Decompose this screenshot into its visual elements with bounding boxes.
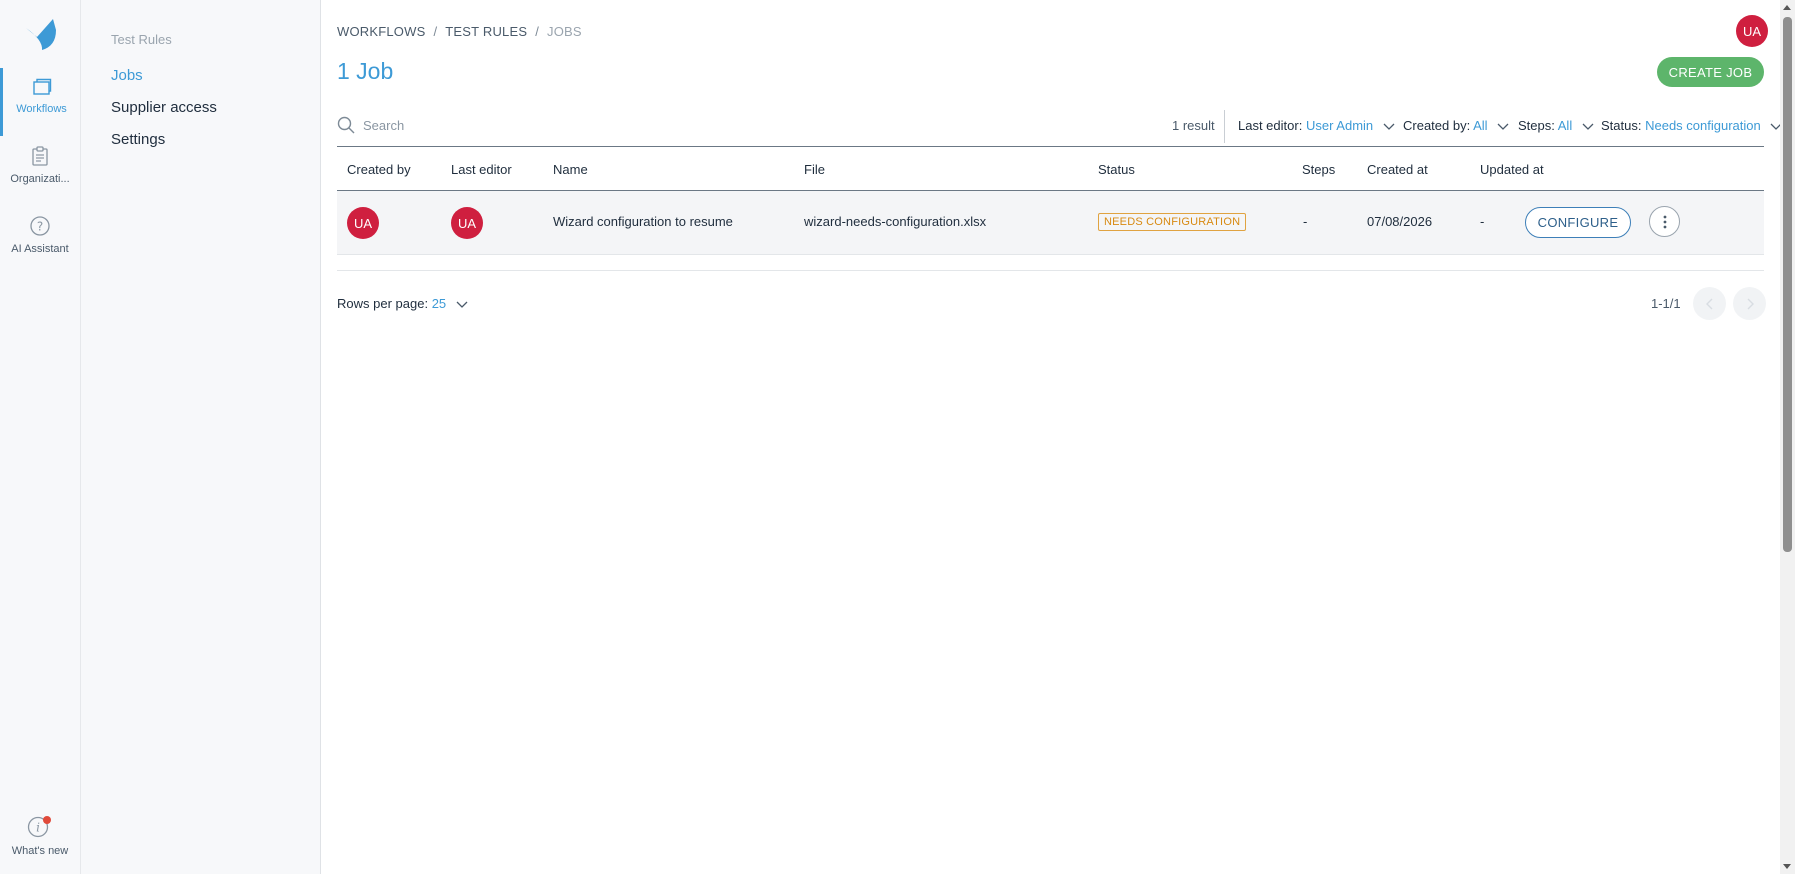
breadcrumb-separator: / bbox=[535, 24, 540, 39]
filter-created-by-label: Created by: bbox=[1403, 118, 1471, 133]
rail-ai-assistant-label: AI Assistant bbox=[11, 243, 69, 255]
job-name: Wizard configuration to resume bbox=[553, 214, 733, 229]
scroll-up-arrow[interactable] bbox=[1783, 5, 1791, 10]
logo-icon[interactable] bbox=[23, 16, 59, 52]
breadcrumb-test-rules[interactable]: TEST RULES bbox=[445, 24, 527, 39]
rail-whats-new-label: What's new bbox=[11, 845, 69, 857]
job-updated-at: - bbox=[1480, 214, 1485, 229]
job-created-at: 07/08/2026 bbox=[1367, 214, 1433, 229]
rail-whats-new[interactable]: i What's new bbox=[0, 806, 80, 874]
filter-created-by-value: All bbox=[1473, 118, 1488, 133]
previous-page-button[interactable] bbox=[1693, 287, 1726, 320]
table-header: Created by Last editor Name File Status … bbox=[337, 148, 1764, 191]
table-row[interactable]: UA UA Wizard configuration to resume wiz… bbox=[337, 191, 1764, 255]
rows-per-page-label: Rows per page: bbox=[337, 296, 429, 311]
chevron-down-icon bbox=[1497, 123, 1509, 130]
breadcrumb-workflows[interactable]: WORKFLOWS bbox=[337, 24, 425, 39]
page-title: 1 Job bbox=[337, 58, 394, 84]
subnav-item-jobs[interactable]: Jobs bbox=[111, 67, 143, 84]
user-avatar[interactable]: UA bbox=[1736, 15, 1768, 47]
breadcrumb: WORKFLOWS / TEST RULES / JOBS bbox=[337, 24, 582, 39]
page-range: 1-1/1 bbox=[1651, 296, 1681, 311]
workflows-icon bbox=[32, 78, 51, 95]
filter-steps-value: All bbox=[1557, 118, 1573, 133]
filter-status-value: Needs configuration bbox=[1645, 118, 1761, 133]
chevron-down-icon bbox=[1582, 123, 1594, 130]
more-vertical-icon bbox=[1663, 215, 1666, 228]
table-divider bbox=[337, 270, 1764, 271]
filter-last-editor[interactable]: Last editor: User Admin bbox=[1238, 118, 1395, 133]
clipboard-icon bbox=[32, 146, 48, 166]
main-content: WORKFLOWS / TEST RULES / JOBS 1 Job UA CREAT… bbox=[321, 0, 1795, 874]
create-job-button[interactable]: CREATE JOB bbox=[1657, 57, 1764, 87]
column-header-created-by[interactable]: Created by bbox=[347, 162, 411, 177]
chevron-left-icon bbox=[1705, 298, 1712, 309]
last-editor-avatar: UA bbox=[451, 207, 483, 239]
chevron-down-icon bbox=[1383, 123, 1395, 130]
status-badge: NEEDS CONFIGURATION bbox=[1098, 213, 1247, 231]
chevron-down-icon bbox=[456, 301, 468, 308]
job-steps: - bbox=[1303, 214, 1308, 229]
column-header-updated-at[interactable]: Updated at bbox=[1480, 162, 1544, 177]
rail-workflows-label: Workflows bbox=[16, 103, 67, 115]
filter-last-editor-value: User Admin bbox=[1305, 118, 1374, 133]
filter-created-by[interactable]: Created by: All bbox=[1403, 118, 1509, 133]
column-header-name[interactable]: Name bbox=[553, 162, 588, 177]
help-circle-icon: ? bbox=[30, 216, 50, 236]
column-header-file[interactable]: File bbox=[804, 162, 825, 177]
configure-button[interactable]: CONFIGURE bbox=[1525, 207, 1631, 238]
filter-status[interactable]: Status: Needs configuration bbox=[1601, 118, 1782, 133]
search-input[interactable] bbox=[361, 114, 865, 136]
secondary-nav: Test Rules Jobs Supplier access Settings bbox=[81, 0, 321, 874]
info-icon: i bbox=[27, 816, 51, 838]
filter-steps[interactable]: Steps: All bbox=[1518, 118, 1594, 133]
rows-per-page-select[interactable]: Rows per page: 25 bbox=[337, 296, 468, 311]
filter-last-editor-label: Last editor: bbox=[1238, 118, 1303, 133]
icon-rail: Workflows Organizati... ? AI Assistant i… bbox=[0, 0, 81, 874]
scroll-down-arrow[interactable] bbox=[1783, 864, 1791, 869]
filter-divider bbox=[1224, 110, 1225, 143]
subnav-item-settings[interactable]: Settings bbox=[111, 131, 165, 148]
filter-steps-label: Steps: bbox=[1518, 118, 1555, 133]
rail-organization-label: Organizati... bbox=[10, 173, 70, 185]
rail-ai-assistant[interactable]: ? AI Assistant bbox=[0, 206, 80, 274]
search-icon bbox=[337, 116, 355, 134]
column-header-status[interactable]: Status bbox=[1098, 162, 1135, 177]
subnav-item-supplier-access[interactable]: Supplier access bbox=[111, 99, 217, 116]
column-header-steps[interactable]: Steps bbox=[1302, 162, 1335, 177]
next-page-button[interactable] bbox=[1733, 287, 1766, 320]
row-menu-button[interactable] bbox=[1649, 206, 1680, 237]
filter-bar: 1 result Last editor: User Admin Created… bbox=[337, 110, 1782, 147]
filter-status-label: Status: bbox=[1601, 118, 1642, 133]
breadcrumb-separator: / bbox=[433, 24, 438, 39]
subnav-section-title: Test Rules bbox=[111, 32, 172, 47]
result-count: 1 result bbox=[1172, 118, 1215, 133]
breadcrumb-jobs: JOBS bbox=[547, 24, 582, 39]
svg-text:?: ? bbox=[37, 220, 43, 234]
notification-dot bbox=[43, 816, 51, 824]
page-scrollbar[interactable] bbox=[1780, 0, 1795, 874]
created-by-avatar: UA bbox=[347, 207, 379, 239]
job-file: wizard-needs-configuration.xlsx bbox=[804, 214, 987, 229]
rail-organization[interactable]: Organizati... bbox=[0, 136, 80, 204]
rows-per-page-value: 25 bbox=[431, 296, 447, 311]
scrollbar-thumb[interactable] bbox=[1783, 17, 1792, 552]
column-header-last-editor[interactable]: Last editor bbox=[451, 162, 512, 177]
column-header-created-at[interactable]: Created at bbox=[1367, 162, 1428, 177]
rail-workflows[interactable]: Workflows bbox=[0, 68, 80, 136]
chevron-right-icon bbox=[1747, 298, 1754, 309]
svg-text:i: i bbox=[36, 821, 40, 835]
